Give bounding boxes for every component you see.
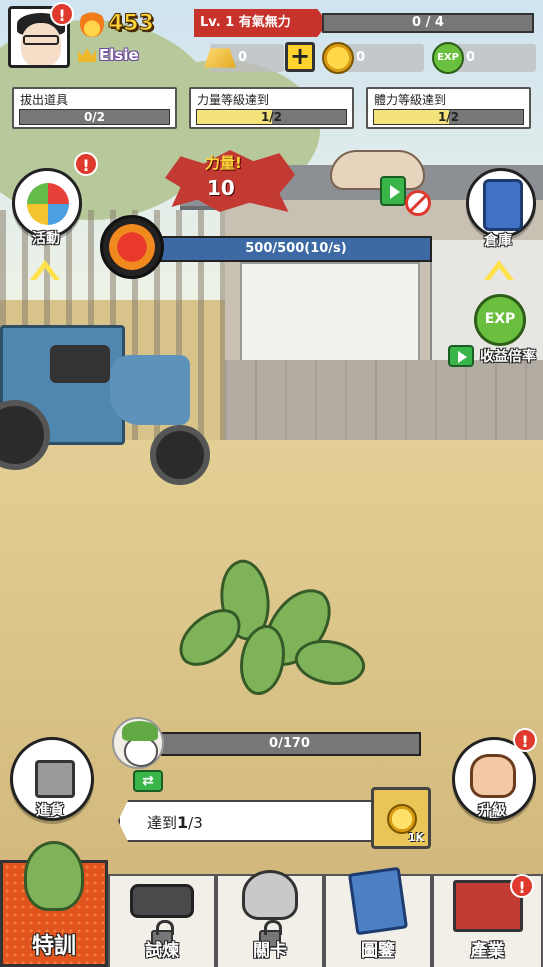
exp-boost-button[interactable]: EXP xyxy=(474,294,526,346)
avatar-face xyxy=(21,23,61,65)
username-text: Elsie xyxy=(99,46,139,64)
add-gold-button[interactable]: + xyxy=(285,42,315,72)
gold-bar-icon xyxy=(204,48,236,68)
quest-card[interactable]: 體力等級達到 1/2 xyxy=(366,87,531,129)
house-porch xyxy=(225,360,543,440)
restock-label: 進貨 xyxy=(36,803,64,819)
tab-industry[interactable]: ! 產業 xyxy=(432,874,543,967)
quest-progress-bar: 1/2 xyxy=(373,109,524,125)
flame-face-icon xyxy=(109,224,155,270)
goal-current: 1 xyxy=(177,813,189,832)
goal-reward-chest[interactable]: 1K xyxy=(371,787,431,849)
swap-crop-button[interactable]: ⇄ xyxy=(133,770,163,792)
goal-total: /3 xyxy=(188,814,203,832)
motorcycle-seat xyxy=(50,345,110,383)
energy-bar: 500/500(10/s) xyxy=(160,236,432,262)
crown-icon xyxy=(78,48,96,62)
tab-label: 特訓 xyxy=(31,934,76,959)
quest-progress-text: 1/2 xyxy=(260,110,283,124)
suitcase-icon xyxy=(483,179,523,231)
shop-shutter-icon xyxy=(35,760,75,798)
power-label: 力量! xyxy=(205,154,242,172)
industry-alert-badge: ! xyxy=(510,874,534,898)
event-icon xyxy=(27,183,69,225)
fire-icon xyxy=(80,9,104,37)
exp-icon: EXP xyxy=(432,42,464,74)
growth-progress-bar: 0/170 xyxy=(158,732,421,756)
radish-plant[interactable] xyxy=(168,554,375,715)
exp-resource: EXP 0 xyxy=(432,42,536,74)
mushroom-icon xyxy=(242,870,298,920)
tab-label: 圖鑒 xyxy=(361,941,395,961)
tab-trial[interactable]: 試煉 xyxy=(108,874,216,967)
tab-stages[interactable]: 關卡 xyxy=(216,870,324,967)
book-icon xyxy=(347,866,409,936)
upgrade-label: 升級 xyxy=(478,803,506,819)
avatar-alert-badge: ! xyxy=(50,2,74,26)
coin-value: 0 xyxy=(356,50,366,65)
top-bar: ! 453 Elsie Lv. 1 有氣無力 0 / 4 0 + 0 EXP 0 xyxy=(0,0,543,80)
tab-collection[interactable]: 圖鑒 xyxy=(324,866,432,967)
level-progress-bar: 0 / 4 xyxy=(322,13,534,33)
tab-training[interactable]: 特訓 xyxy=(0,841,108,967)
quest-label: 力量等級達到 xyxy=(197,93,270,107)
player-name: Elsie xyxy=(78,46,139,64)
goal-text: 達到1/3 xyxy=(147,812,203,833)
quest-card[interactable]: 拔出道具 0/2 xyxy=(12,87,177,129)
sleeping-cat xyxy=(330,150,425,190)
level-ribbon: Lv. 1 有氣無力 xyxy=(194,9,328,37)
motorcycle-body xyxy=(110,355,190,425)
boost-label: 收益倍率 xyxy=(480,349,536,365)
gold-bar-resource: 0 xyxy=(204,44,284,72)
tab-label: 試煉 xyxy=(145,941,179,961)
quest-progress-text: 0/2 xyxy=(83,110,106,124)
quest-label: 拔出道具 xyxy=(20,93,69,107)
window-curtain xyxy=(240,262,420,372)
fire-counter: 453 xyxy=(80,8,154,38)
video-ad-button[interactable] xyxy=(380,176,406,206)
goal-prefix: 達到 xyxy=(147,814,178,832)
coin-icon xyxy=(322,42,354,74)
no-ads-icon xyxy=(405,190,431,216)
radish-hand-icon xyxy=(24,841,84,911)
quest-progress-text: 1/2 xyxy=(437,110,460,124)
storage-label: 倉庫 xyxy=(484,233,512,249)
coin-resource: 0 xyxy=(322,42,424,74)
quest-progress-bar: 1/2 xyxy=(196,109,347,125)
coin-icon xyxy=(387,804,417,834)
event-label: 活動 xyxy=(32,231,60,247)
boost-video-icon xyxy=(448,345,474,367)
gold-bar-value: 0 xyxy=(238,50,248,65)
event-alert-badge: ! xyxy=(74,152,98,176)
radish-icon xyxy=(112,717,164,769)
reward-amount: 1K xyxy=(407,831,424,844)
exp-value: 0 xyxy=(466,50,476,65)
fire-count-value: 453 xyxy=(108,10,155,36)
fist-icon xyxy=(470,754,516,798)
quest-progress-bar: 0/2 xyxy=(19,109,170,125)
power-value: 10 xyxy=(207,176,235,200)
bottom-nav: 特訓 試煉 關卡 圖鑒 ! 產業 xyxy=(0,841,543,967)
tab-label: 關卡 xyxy=(253,941,287,961)
quest-label: 體力等級達到 xyxy=(374,93,447,107)
tab-label: 產業 xyxy=(470,941,505,961)
front-wheel xyxy=(150,425,210,485)
storage-button[interactable] xyxy=(466,168,536,238)
dumbbell-icon xyxy=(130,884,194,918)
energy-orb-icon xyxy=(100,215,164,279)
upgrade-alert-badge: ! xyxy=(513,728,537,752)
quest-card[interactable]: 力量等級達到 1/2 xyxy=(189,87,354,129)
avatar-glasses xyxy=(23,35,59,45)
